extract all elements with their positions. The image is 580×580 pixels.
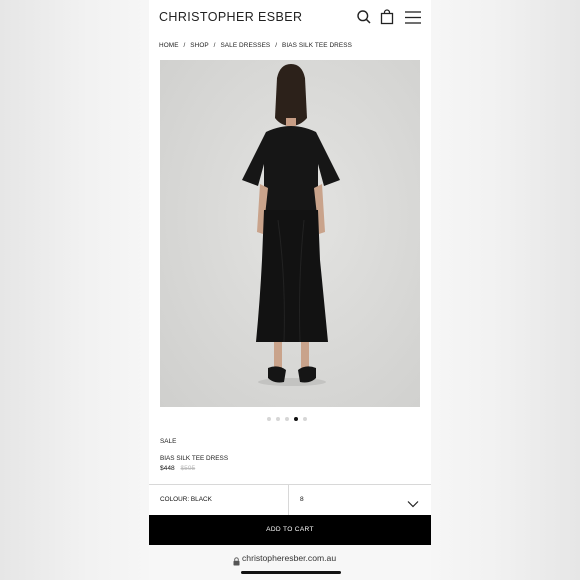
brand-logo[interactable]: CHRISTOPHER ESBER — [159, 10, 302, 24]
gallery-dot[interactable] — [303, 417, 307, 421]
search-icon[interactable] — [356, 9, 372, 25]
gallery-dot[interactable] — [285, 417, 289, 421]
product-options: COLOUR: BLACK 8 — [149, 484, 431, 515]
site-header: CHRISTOPHER ESBER — [149, 0, 431, 36]
colour-label: COLOUR: BLACK — [160, 496, 212, 503]
breadcrumb-separator: / — [275, 42, 278, 49]
chevron-down-icon — [407, 495, 419, 513]
breadcrumb: HOME / SHOP / SALE DRESSES / BIAS SILK T… — [159, 42, 352, 49]
size-value: 8 — [300, 496, 304, 503]
gallery-dot-active[interactable] — [294, 417, 298, 421]
gallery-dot[interactable] — [267, 417, 271, 421]
sale-badge: SALE — [160, 438, 177, 445]
product-image[interactable] — [160, 60, 420, 407]
price-row: $448 $595 — [160, 465, 195, 472]
size-select[interactable]: 8 — [289, 485, 431, 515]
home-indicator[interactable] — [241, 571, 341, 574]
background-blur-right — [431, 0, 580, 580]
url-text: christopheresber.com.au — [242, 553, 337, 563]
menu-icon[interactable] — [404, 9, 422, 25]
gallery-pagination — [267, 417, 307, 423]
breadcrumb-home[interactable]: HOME — [159, 42, 179, 49]
breadcrumb-current: BIAS SILK TEE DRESS — [281, 42, 352, 49]
bag-icon[interactable] — [379, 9, 395, 25]
breadcrumb-sale-dresses[interactable]: SALE DRESSES — [220, 42, 270, 49]
lock-icon — [233, 553, 240, 571]
browser-url-bar[interactable]: christopheresber.com.au — [149, 545, 431, 580]
breadcrumb-separator: / — [213, 42, 216, 49]
original-price: $595 — [180, 465, 196, 472]
breadcrumb-separator: / — [183, 42, 186, 49]
gallery-dot[interactable] — [276, 417, 280, 421]
add-to-cart-button[interactable]: ADD TO CART — [149, 515, 431, 545]
background-blur-left — [0, 0, 149, 580]
breadcrumb-shop[interactable]: SHOP — [190, 42, 209, 49]
product-title: BIAS SILK TEE DRESS — [160, 455, 229, 462]
current-price: $448 — [160, 465, 175, 472]
phone-screen: CHRISTOPHER ESBER HOME / SHOP / SALE DRE… — [149, 0, 431, 580]
colour-selector[interactable]: COLOUR: BLACK — [149, 485, 289, 515]
